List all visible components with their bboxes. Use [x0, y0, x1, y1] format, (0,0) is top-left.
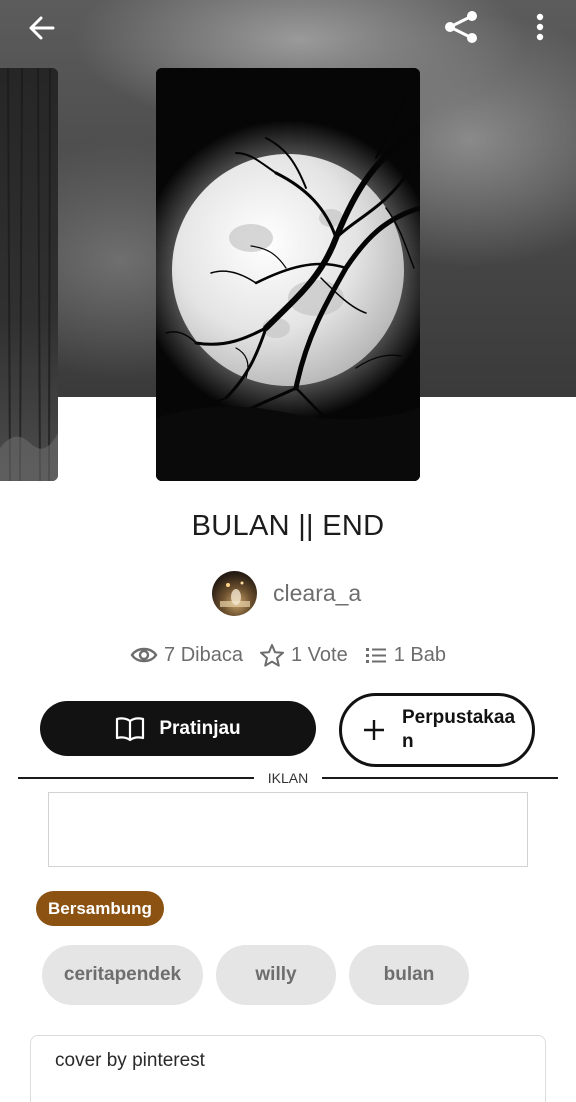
author-row[interactable]: cleara_a [212, 570, 361, 616]
divider-line-left [18, 777, 254, 779]
avatar [212, 570, 257, 616]
ad-slot[interactable] [48, 792, 528, 867]
arrow-left-icon [29, 16, 55, 40]
plus-icon [364, 720, 384, 740]
ad-divider: IKLAN [18, 770, 558, 786]
parts-count: 1 Bab [393, 643, 446, 666]
tag-chip[interactable]: bulan [349, 945, 469, 1005]
status-badge: Bersambung [36, 891, 164, 926]
reads-stat: 7 Dibaca [130, 644, 243, 667]
story-stats: 7 Dibaca 1 Vote 1 Bab [0, 643, 576, 667]
share-button[interactable] [440, 6, 482, 48]
votes-count: 1 Vote [290, 643, 348, 666]
description-text: cover by pinterest [55, 1050, 205, 1071]
story-details-page: BULAN || END cleara_a 7 Dibaca 1 Vote 1 … [0, 0, 576, 1102]
preview-button[interactable]: Pratinjau [40, 701, 316, 756]
story-title: BULAN || END [191, 510, 385, 542]
open-book-icon [116, 716, 145, 741]
previous-cover-image [0, 68, 58, 481]
preview-label: Pratinjau [159, 717, 241, 739]
story-description: cover by pinterest [30, 1035, 546, 1102]
more-vertical-icon [536, 13, 544, 41]
votes-stat: 1 Vote [259, 643, 348, 667]
reads-count: 7 Dibaca [164, 643, 243, 666]
author-name: cleara_a [273, 579, 362, 606]
back-button[interactable] [22, 8, 62, 48]
more-options-button[interactable] [524, 8, 556, 48]
library-label: Perpustakaan [402, 707, 516, 752]
moon-cover-image [156, 68, 420, 481]
tag-list: ceritapendek willy bulan [42, 945, 469, 1005]
tag-chip[interactable]: willy [216, 945, 336, 1005]
share-icon [445, 11, 477, 43]
previous-story-cover[interactable] [0, 68, 58, 481]
divider-line-right [322, 777, 558, 779]
list-icon [365, 648, 386, 663]
avatar-image [220, 581, 250, 607]
star-icon [259, 644, 284, 667]
add-to-library-button[interactable]: Perpustakaan [339, 693, 535, 767]
eye-icon [130, 647, 158, 663]
parts-stat: 1 Bab [364, 644, 446, 667]
story-cover[interactable] [156, 68, 420, 481]
ad-label: IKLAN [267, 770, 309, 786]
tag-chip[interactable]: ceritapendek [42, 945, 203, 1005]
